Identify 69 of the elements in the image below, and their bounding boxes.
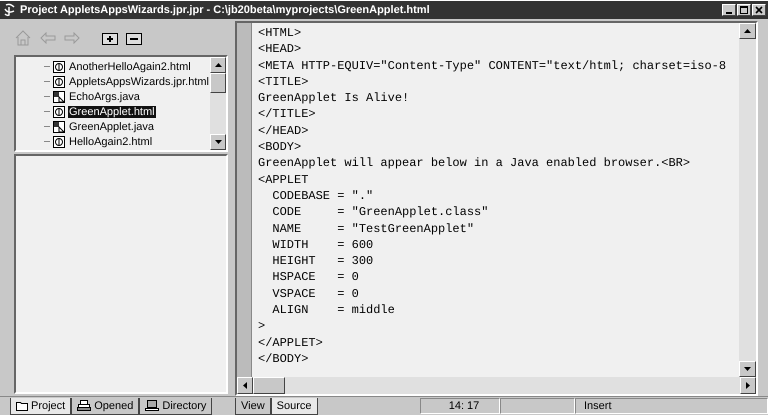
pane-tab[interactable]: Directory — [139, 398, 212, 414]
html-file-icon — [53, 106, 65, 118]
code-line: CODEBASE = "." — [271, 188, 374, 204]
scroll-up-button[interactable] — [210, 57, 226, 73]
java-file-icon — [53, 120, 65, 132]
code-line: > — [258, 318, 266, 335]
scrollbar[interactable] — [210, 57, 226, 150]
stack-icon — [77, 400, 92, 411]
scroll-thumb[interactable] — [210, 73, 226, 93]
view-tab[interactable]: Source — [270, 398, 318, 414]
code-line: VSPACE = 0 — [271, 286, 360, 302]
code-line: </HEAD> — [258, 122, 310, 140]
tree-item[interactable]: AnotherHelloAgain2.html — [68, 60, 192, 72]
html-file-icon — [53, 60, 65, 72]
tree-item[interactable]: EchoArgs.java — [68, 90, 141, 102]
triangle-icon — [214, 140, 222, 144]
code-line: GreenApplet will appear below in a Java enabled browser.<BR> — [258, 155, 692, 172]
pane-tab[interactable]: Opened — [71, 398, 140, 414]
tree-item[interactable]: GreenApplet.html — [68, 106, 156, 118]
code-line: </TITLE> — [258, 106, 317, 123]
remove-folder-icon[interactable] — [126, 31, 142, 45]
code-line: <HTML> — [258, 25, 302, 42]
edit-mode: Insert — [575, 398, 768, 414]
code-line: <TITLE> — [258, 74, 310, 90]
triangle-icon — [243, 382, 247, 389]
vertical-scrollbar[interactable] — [739, 23, 756, 377]
view-tab[interactable]: View — [235, 398, 271, 414]
tree-item[interactable]: GreenApplet.java — [68, 120, 155, 132]
code-line: <APPLET — [258, 172, 310, 188]
code-line: CODE = "GreenApplet.class" — [271, 204, 490, 221]
horizontal-scrollbar[interactable] — [237, 377, 756, 394]
minimize-button[interactable] — [722, 4, 736, 16]
maximize-icon — [740, 6, 748, 14]
code-line: ALIGN = middle — [271, 302, 396, 318]
computer-icon — [145, 400, 160, 411]
app-icon — [3, 3, 17, 17]
scroll-thumb[interactable] — [253, 377, 285, 394]
code-line: GreenApplet Is Alive! — [258, 90, 410, 106]
code-line: HEIGHT = 300 — [271, 253, 374, 270]
pane-tab[interactable]: Project — [10, 398, 72, 414]
tree-item[interactable]: AppletsAppsWizards.jpr.html — [68, 76, 210, 88]
scroll-left-button[interactable] — [237, 377, 253, 394]
triangle-icon — [744, 29, 751, 33]
close-icon — [755, 6, 763, 14]
close-button[interactable] — [752, 4, 766, 16]
code-line: <HEAD> — [258, 41, 302, 58]
scroll-down-button[interactable] — [210, 134, 226, 150]
code-line: <META HTTP-EQUIV="Content-Type" CONTENT="text/html; charset=iso-8 — [258, 58, 728, 74]
triangle-icon — [744, 367, 751, 371]
folder-icon — [16, 400, 28, 410]
html-file-icon — [53, 136, 65, 148]
code-line: </APPLET> — [258, 334, 324, 351]
triangle-icon — [746, 382, 750, 389]
java-file-icon — [53, 90, 65, 102]
scroll-right-button[interactable] — [740, 377, 756, 394]
scroll-down-button[interactable] — [739, 361, 756, 377]
html-file-icon — [53, 76, 65, 88]
code-line: NAME = "TestGreenApplet" — [271, 220, 476, 237]
code-line: HSPACE = 0 — [271, 269, 360, 286]
window-title: Project AppletsAppsWizards.jpr.jpr - C:\jb20beta\myprojects\GreenApplet.html — [20, 4, 431, 16]
code-line: WIDTH = 600 — [271, 236, 374, 254]
scroll-up-button[interactable] — [739, 23, 756, 39]
code-line: </BODY> — [258, 350, 310, 368]
add-folder-icon[interactable] — [102, 31, 118, 45]
maximize-button[interactable] — [737, 4, 751, 16]
code-line: <BODY> — [258, 139, 302, 156]
cursor-position: 14: 17 — [420, 398, 500, 414]
tree-item[interactable]: HelloAgain2.html — [68, 136, 154, 148]
triangle-icon — [214, 63, 222, 67]
